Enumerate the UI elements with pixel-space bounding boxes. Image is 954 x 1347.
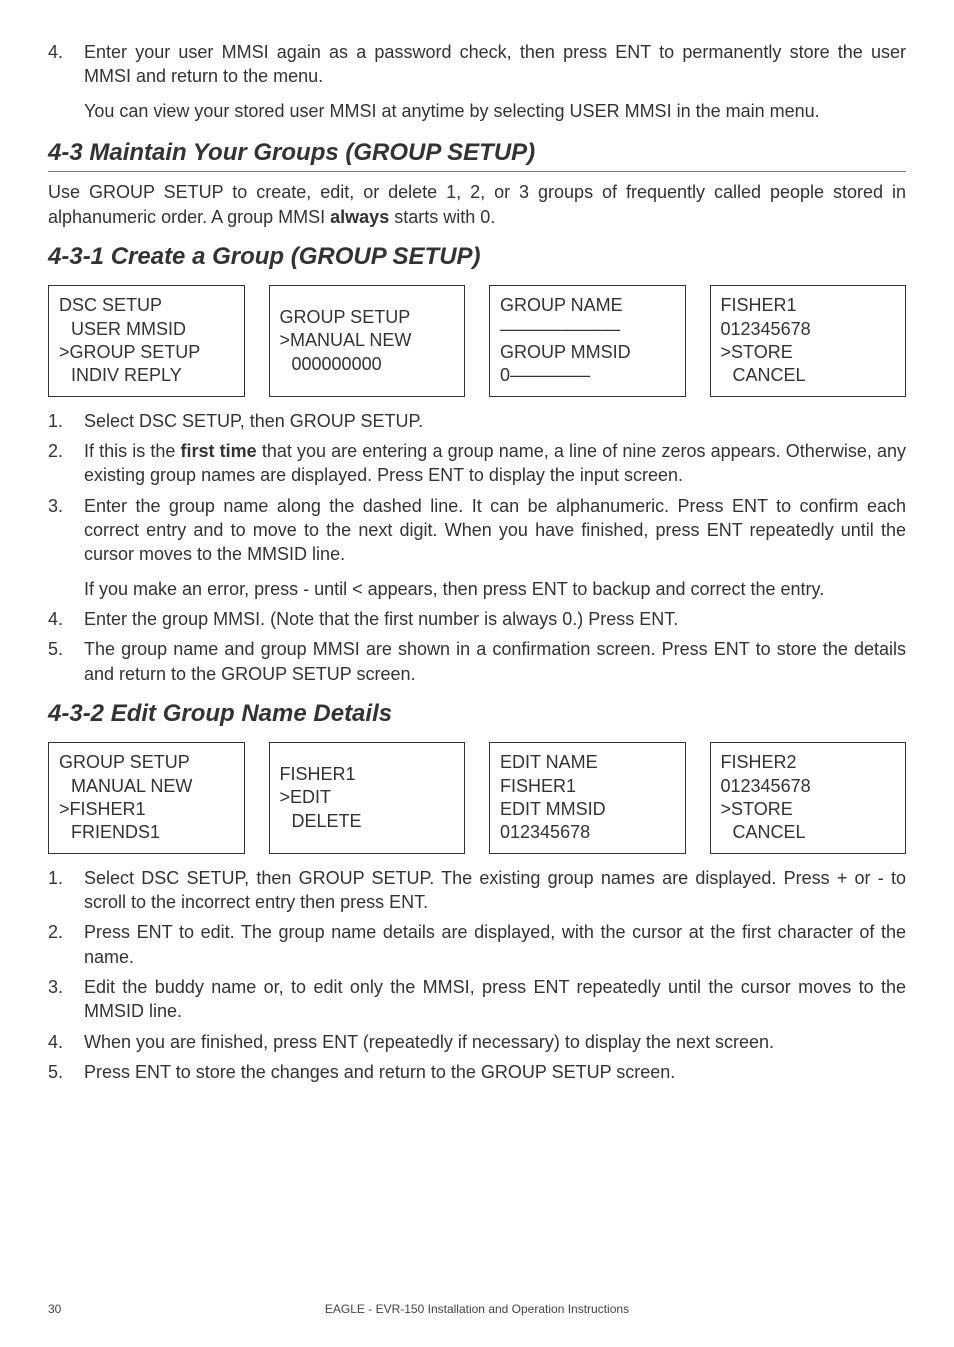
step-body: Enter the group MMSI. (Note that the fir… <box>84 607 906 631</box>
lcd-screen: FISHER1 >EDIT DELETE <box>269 742 466 854</box>
lcd-line: FISHER1 <box>280 763 455 786</box>
step-text: If this is the first time that you are e… <box>84 439 906 488</box>
lcd-screen: GROUP SETUP >MANUAL NEW 000000000 <box>269 285 466 397</box>
text: If this is the <box>84 441 181 461</box>
step-body: Enter your user MMSI again as a password… <box>84 40 906 123</box>
step-body: The group name and group MMSI are shown … <box>84 637 906 686</box>
step-text: Press ENT to edit. The group name detail… <box>84 920 906 969</box>
lcd-line: GROUP NAME <box>500 294 675 317</box>
step-text: Edit the buddy name or, to edit only the… <box>84 975 906 1024</box>
step-text: Enter the group MMSI. (Note that the fir… <box>84 607 906 631</box>
lcd-screen: GROUP NAME –––––––––––– GROUP MMSID 0–––… <box>489 285 686 397</box>
step-body: Select DSC SETUP, then GROUP SETUP. The … <box>84 866 906 915</box>
step-text: Press ENT to store the changes and retur… <box>84 1060 906 1084</box>
lcd-screen: DSC SETUP USER MMSID >GROUP SETUP INDIV … <box>48 285 245 397</box>
lcd-screen: GROUP SETUP MANUAL NEW >FISHER1 FRIENDS1 <box>48 742 245 854</box>
step-text: The group name and group MMSI are shown … <box>84 637 906 686</box>
lcd-line: >GROUP SETUP <box>59 341 234 364</box>
step-5: 5. Press ENT to store the changes and re… <box>48 1060 906 1084</box>
screen-row: DSC SETUP USER MMSID >GROUP SETUP INDIV … <box>48 285 906 397</box>
lcd-line: >MANUAL NEW <box>280 329 455 352</box>
step-body: When you are finished, press ENT (repeat… <box>84 1030 906 1054</box>
lcd-line: GROUP SETUP <box>280 306 455 329</box>
step-number: 2. <box>48 439 84 488</box>
step-number: 1. <box>48 409 84 433</box>
screen-row: GROUP SETUP MANUAL NEW >FISHER1 FRIENDS1… <box>48 742 906 854</box>
intro-text: starts with 0. <box>389 207 495 227</box>
step-body: Enter the group name along the dashed li… <box>84 494 906 601</box>
step-3: 3. Enter the group name along the dashed… <box>48 494 906 601</box>
intro-bold: always <box>330 207 389 227</box>
step-5: 5. The group name and group MMSI are sho… <box>48 637 906 686</box>
step-text: Enter your user MMSI again as a password… <box>84 40 906 89</box>
lcd-line: >STORE <box>721 798 896 821</box>
step-text: You can view your stored user MMSI at an… <box>84 99 906 123</box>
lcd-line: MANUAL NEW <box>59 775 234 798</box>
step-text: Enter the group name along the dashed li… <box>84 494 906 567</box>
lcd-line: >EDIT <box>280 786 455 809</box>
lcd-line: FRIENDS1 <box>59 821 234 844</box>
lcd-line: FISHER1 <box>721 294 896 317</box>
step-4: 4. Enter the group MMSI. (Note that the … <box>48 607 906 631</box>
step-number: 3. <box>48 494 84 601</box>
lcd-line: 012345678 <box>721 318 896 341</box>
step-body: Press ENT to store the changes and retur… <box>84 1060 906 1084</box>
page-number: 30 <box>48 1301 61 1317</box>
step-body: Edit the buddy name or, to edit only the… <box>84 975 906 1024</box>
step-number: 4. <box>48 1030 84 1054</box>
page-footer: 30 EAGLE - EVR-150 Installation and Oper… <box>48 1301 906 1317</box>
lcd-line: CANCEL <box>721 364 896 387</box>
lcd-screen: EDIT NAME FISHER1 EDIT MMSID 012345678 <box>489 742 686 854</box>
footer-title: EAGLE - EVR-150 Installation and Operati… <box>48 1301 906 1317</box>
step-number: 4. <box>48 40 84 123</box>
step-2: 2. If this is the first time that you ar… <box>48 439 906 488</box>
lcd-screen: FISHER1 012345678 >STORE CANCEL <box>710 285 907 397</box>
lcd-line: FISHER1 <box>500 775 675 798</box>
step-1: 1. Select DSC SETUP, then GROUP SETUP. <box>48 409 906 433</box>
lcd-line: 000000000 <box>280 353 455 376</box>
step-number: 3. <box>48 975 84 1024</box>
lcd-line: 012345678 <box>500 821 675 844</box>
lcd-line: >STORE <box>721 341 896 364</box>
bold-text: first time <box>181 441 257 461</box>
step-body: Press ENT to edit. The group name detail… <box>84 920 906 969</box>
lcd-line: GROUP MMSID <box>500 341 675 364</box>
lcd-line: INDIV REPLY <box>59 364 234 387</box>
heading-4-3-2: 4-3-2 Edit Group Name Details <box>48 698 906 730</box>
step-3: 3. Edit the buddy name or, to edit only … <box>48 975 906 1024</box>
lcd-line: USER MMSID <box>59 318 234 341</box>
lcd-line: EDIT NAME <box>500 751 675 774</box>
lcd-line: CANCEL <box>721 821 896 844</box>
step-number: 1. <box>48 866 84 915</box>
step-body: If this is the first time that you are e… <box>84 439 906 488</box>
lcd-line: DELETE <box>280 810 455 833</box>
step-body: Select DSC SETUP, then GROUP SETUP. <box>84 409 906 433</box>
lcd-line: GROUP SETUP <box>59 751 234 774</box>
step-2: 2. Press ENT to edit. The group name det… <box>48 920 906 969</box>
step-number: 2. <box>48 920 84 969</box>
step-1: 1. Select DSC SETUP, then GROUP SETUP. T… <box>48 866 906 915</box>
step-4-prev: 4. Enter your user MMSI again as a passw… <box>48 40 906 123</box>
intro-4-3: Use GROUP SETUP to create, edit, or dele… <box>48 180 906 229</box>
lcd-line: 012345678 <box>721 775 896 798</box>
heading-4-3: 4-3 Maintain Your Groups (GROUP SETUP) <box>48 137 906 172</box>
step-number: 4. <box>48 607 84 631</box>
lcd-line: EDIT MMSID <box>500 798 675 821</box>
lcd-line: >FISHER1 <box>59 798 234 821</box>
lcd-screen: FISHER2 012345678 >STORE CANCEL <box>710 742 907 854</box>
step-text: Select DSC SETUP, then GROUP SETUP. The … <box>84 866 906 915</box>
step-text: If you make an error, press - until < ap… <box>84 577 906 601</box>
lcd-line: 0–––––––– <box>500 364 675 387</box>
step-text: Select DSC SETUP, then GROUP SETUP. <box>84 409 906 433</box>
lcd-line: DSC SETUP <box>59 294 234 317</box>
step-text: When you are finished, press ENT (repeat… <box>84 1030 906 1054</box>
step-4: 4. When you are finished, press ENT (rep… <box>48 1030 906 1054</box>
step-number: 5. <box>48 1060 84 1084</box>
lcd-line: –––––––––––– <box>500 318 675 341</box>
heading-4-3-1: 4-3-1 Create a Group (GROUP SETUP) <box>48 241 906 273</box>
step-number: 5. <box>48 637 84 686</box>
lcd-line: FISHER2 <box>721 751 896 774</box>
